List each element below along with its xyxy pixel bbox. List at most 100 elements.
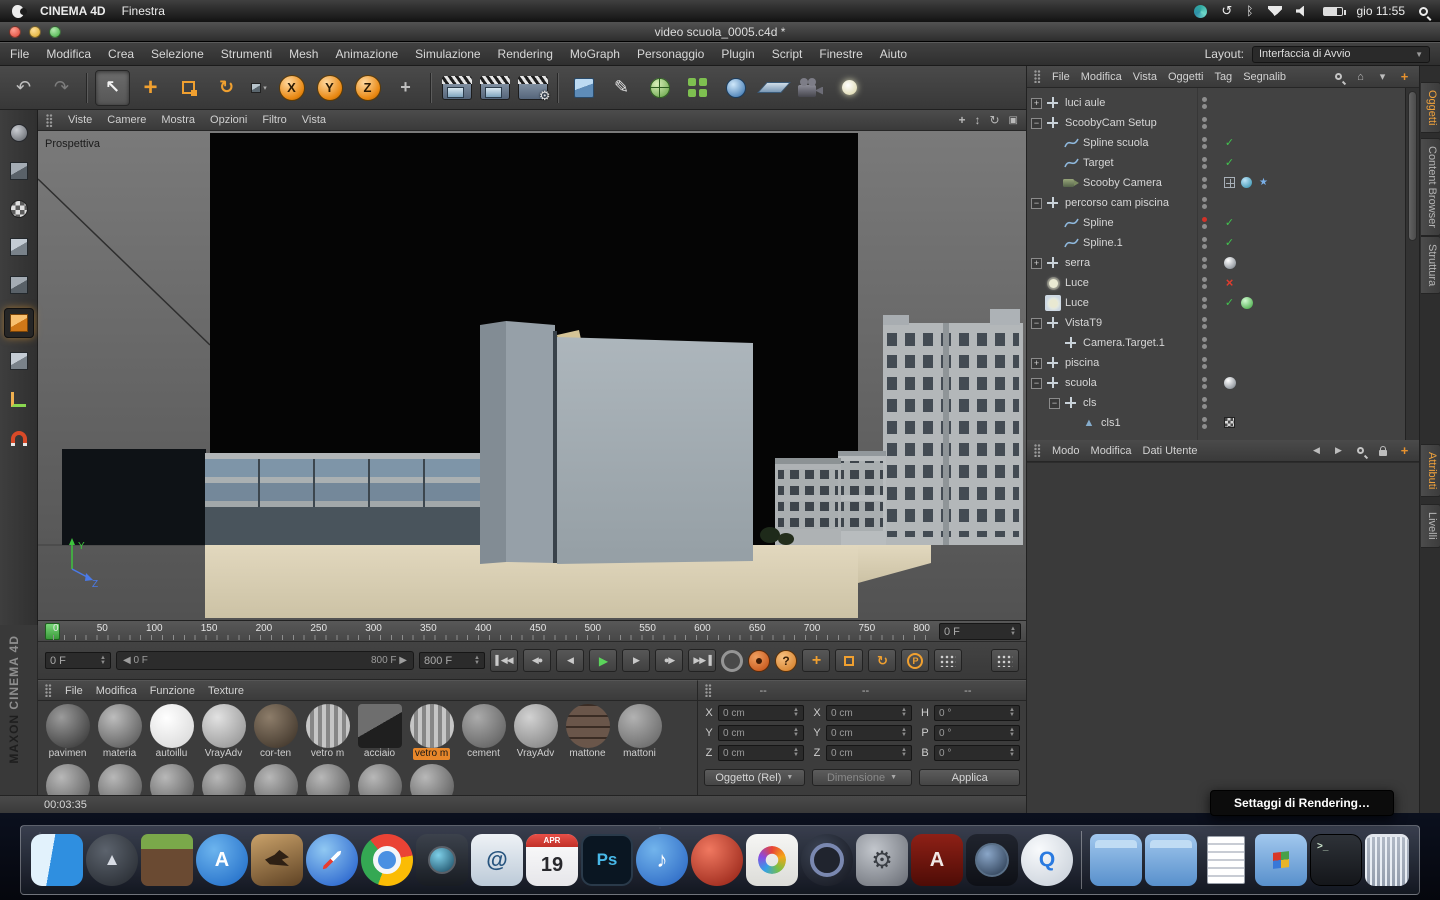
quicktime-icon[interactable]: Q [1021,834,1073,886]
tree-row-scuola[interactable]: −scuola [1027,373,1405,393]
material-sphere[interactable] [46,704,90,748]
material-item-selected[interactable]: vetro m [407,703,456,763]
visibility-dots[interactable] [1202,397,1207,409]
tab-attributi[interactable]: Attributi [1421,444,1440,497]
subdivision-surface-button[interactable] [642,70,677,106]
menu-file[interactable]: File [10,47,29,61]
tab-oggetti[interactable]: Oggetti [1421,82,1440,133]
edges-mode-button[interactable] [4,346,34,376]
floor-button[interactable] [756,70,791,106]
layout-dropdown[interactable]: Interfaccia di Avvio ▼ [1252,46,1430,63]
enabled-check-tag[interactable]: ✓ [1222,135,1237,150]
tree-row-serra[interactable]: +serra [1027,253,1405,273]
material-item[interactable]: autoillu [147,703,196,763]
mat-menu-modifica[interactable]: Modifica [96,685,137,697]
align-tag[interactable] [1239,175,1254,190]
autokey-rotation-button[interactable]: ↻ [868,649,896,672]
autokey-parameter-button[interactable]: P [901,649,929,672]
add-spline-button[interactable]: ✎ [604,70,639,106]
menu-aiuto[interactable]: Aiuto [880,47,907,61]
disabled-x-tag[interactable]: × [1222,275,1237,290]
previous-key-button[interactable]: ◀● [523,649,551,672]
visibility-dots[interactable] [1202,417,1207,429]
panel-grip[interactable] [1034,444,1041,457]
terminal-icon[interactable]: >_ [1310,834,1362,886]
safari-icon[interactable] [306,834,358,886]
enabled-check-tag[interactable]: ✓ [1222,155,1237,170]
menu-crea[interactable]: Crea [108,47,134,61]
om-menu-segnalib[interactable]: Segnalib [1243,71,1286,83]
visibility-dots[interactable] [1202,97,1207,109]
z-axis-lock-button[interactable]: Z [350,70,385,106]
view-rotate-icon[interactable]: ↻ [989,113,999,127]
attr-menu-modo[interactable]: Modo [1052,445,1080,457]
path-up-icon[interactable]: ▾ [1375,69,1390,84]
visibility-dots[interactable] [1202,237,1207,249]
menu-simulazione[interactable]: Simulazione [415,47,480,61]
vp-menu-filtro[interactable]: Filtro [262,114,286,126]
camera-button[interactable] [794,70,829,106]
tab-struttura[interactable]: Struttura [1421,236,1440,294]
attr-menu-dati-utente[interactable]: Dati Utente [1143,445,1198,457]
menu-rendering[interactable]: Rendering [498,47,553,61]
menu-animazione[interactable]: Animazione [335,47,398,61]
cloner-button[interactable] [680,70,715,106]
move-tool-button[interactable]: + [133,70,168,106]
mat-menu-texture[interactable]: Texture [208,685,244,697]
rot-b-field[interactable]: 0 °▲▼ [934,745,1020,761]
minimize-button[interactable] [29,26,41,38]
material-item[interactable] [355,763,404,796]
enabled-check-tag[interactable]: ✓ [1222,215,1237,230]
autocad-icon[interactable]: A [911,834,963,886]
material-item[interactable] [43,763,92,796]
scrollbar-thumb[interactable] [1408,91,1417,241]
frame-range-slider[interactable]: ◀ 0 F 800 F ▶ [116,651,414,670]
om-menu-tag[interactable]: Tag [1214,71,1232,83]
material-item[interactable] [199,763,248,796]
time-machine-icon[interactable]: ↺ [1221,3,1232,19]
visibility-dots[interactable] [1202,317,1207,329]
material-item[interactable]: materia [95,703,144,763]
vp-menu-mostra[interactable]: Mostra [161,114,195,126]
apple-menu-icon[interactable] [12,5,24,18]
points-mode-button[interactable] [4,270,34,300]
material-item[interactable]: cement [459,703,508,763]
end-frame-field[interactable]: 800 F▲▼ [419,652,485,669]
mail-icon[interactable]: @ [471,834,523,886]
material-item[interactable] [251,763,300,796]
sync-status-icon[interactable] [1194,5,1207,18]
front-row-icon[interactable] [691,834,743,886]
home-icon[interactable]: ⌂ [1353,69,1368,84]
current-frame-field[interactable]: 0 F▲▼ [45,652,111,669]
chrome-icon[interactable] [361,834,413,886]
tree-row-target[interactable]: Target✓ [1027,153,1405,173]
collapse-toggle[interactable]: − [1031,318,1042,329]
visibility-dots[interactable] [1202,277,1207,289]
collapse-toggle[interactable]: − [1031,118,1042,129]
material-sphere[interactable] [514,704,558,748]
material-sphere[interactable] [566,704,610,748]
material-item[interactable]: mattone [563,703,612,763]
tree-row-luce-1[interactable]: Luce× [1027,273,1405,293]
axis-mode-button[interactable] [4,384,34,414]
view-zoom-icon[interactable]: ↕ [974,113,980,127]
record-ring-button[interactable] [721,650,743,672]
close-button[interactable] [9,26,21,38]
menu-finestre[interactable]: Finestre [819,47,862,61]
vp-menu-vista[interactable]: Vista [302,114,326,126]
attr-menu-modifica[interactable]: Modifica [1091,445,1132,457]
render-view-button[interactable] [439,70,474,106]
snap-button[interactable] [4,422,34,452]
material-sphere[interactable] [98,704,142,748]
enabled-check-tag[interactable]: ✓ [1222,235,1237,250]
visibility-dots[interactable] [1202,297,1207,309]
motion-tag[interactable]: ★ [1256,175,1271,190]
undo-button[interactable]: ↶ [6,70,41,106]
menu-modifica[interactable]: Modifica [46,47,91,61]
search-icon[interactable] [1331,69,1346,84]
stepper-icon[interactable]: ▲▼ [471,656,480,666]
panel-plus-icon[interactable]: + [1397,443,1412,458]
tree-row-spline-scuola[interactable]: Spline scuola✓ [1027,133,1405,153]
material-item[interactable]: acciaio [355,703,404,763]
size-mode-dropdown[interactable]: Dimensione▼ [812,769,913,786]
